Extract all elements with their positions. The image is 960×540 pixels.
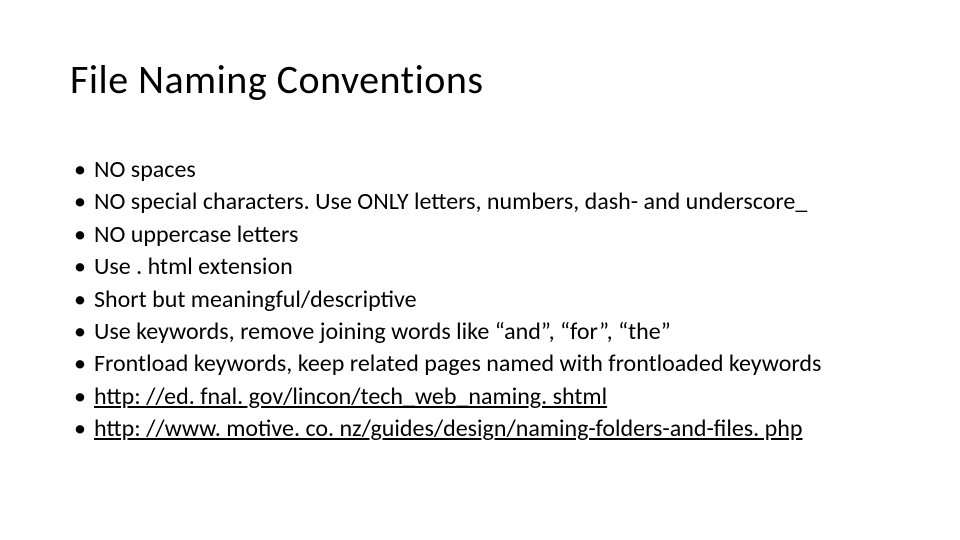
bullet-text: NO special characters. Use ONLY letters,… xyxy=(94,187,807,216)
list-item: Short but meaningful/descriptive xyxy=(70,284,890,316)
list-item: Frontload keywords, keep related pages n… xyxy=(70,348,890,380)
list-item: NO uppercase letters xyxy=(70,219,890,251)
bullet-text: Frontload keywords, keep related pages n… xyxy=(94,349,821,378)
bullet-text: NO spaces xyxy=(94,155,196,184)
slide-title: File Naming Conventions xyxy=(70,55,890,104)
slide-container: File Naming Conventions NO spaces NO spe… xyxy=(0,0,960,540)
bullet-text: NO uppercase letters xyxy=(94,220,298,249)
list-item: Use . html extension xyxy=(70,251,890,283)
bullet-link[interactable]: http: //www. motive. co. nz/guides/desig… xyxy=(94,414,802,443)
bullet-link[interactable]: http: //ed. fnal. gov/lincon/tech_web_na… xyxy=(94,382,607,411)
list-item: Use keywords, remove joining words like … xyxy=(70,316,890,348)
bullet-text: Short but meaningful/descriptive xyxy=(94,285,417,314)
list-item: NO special characters. Use ONLY letters,… xyxy=(70,186,890,218)
bullet-text: Use keywords, remove joining words like … xyxy=(94,317,671,346)
list-item: http: //ed. fnal. gov/lincon/tech_web_na… xyxy=(70,381,890,413)
bullet-text: Use . html extension xyxy=(94,252,293,281)
bullet-list: NO spaces NO special characters. Use ONL… xyxy=(70,154,890,446)
list-item: http: //www. motive. co. nz/guides/desig… xyxy=(70,413,890,445)
list-item: NO spaces xyxy=(70,154,890,186)
